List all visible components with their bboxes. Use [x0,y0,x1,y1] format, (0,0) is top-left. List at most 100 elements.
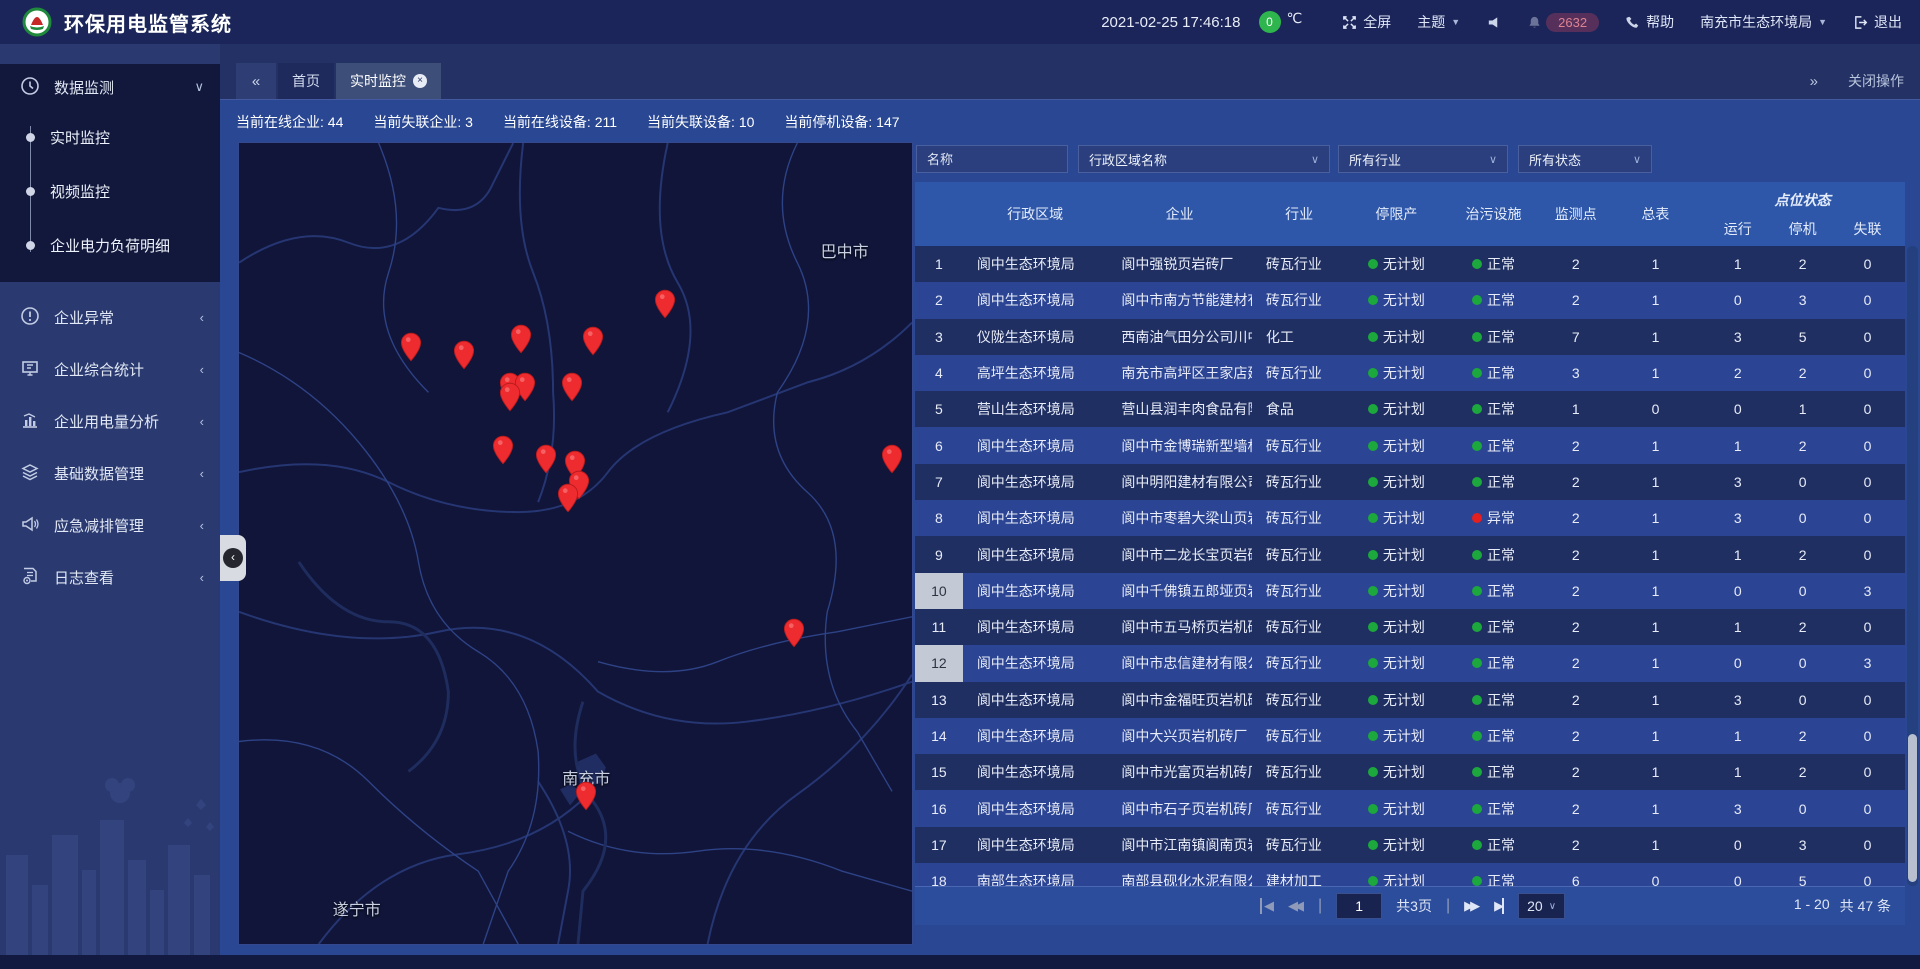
cell-monitor-points: 2 [1541,500,1611,536]
scrollbar-thumb[interactable] [1908,734,1917,882]
page-number-input[interactable] [1336,893,1382,919]
sidebar-subitem-实时监控[interactable]: 实时监控 [0,110,220,164]
cell-total-meters: 0 [1611,391,1701,427]
next-page-button[interactable]: ▶▶ [1464,898,1480,914]
chevron-left-icon: ‹ [200,310,204,325]
sidebar-subitem-企业电力负荷明细[interactable]: 企业电力负荷明细 [0,218,220,272]
map-pin-14[interactable] [557,483,579,513]
table-row[interactable]: 18南部生态环境局南部县砚化水泥有限公建材加工无计划正常60050 [915,863,1905,886]
cell-industry: 砖瓦行业 [1252,355,1347,391]
last-page-button[interactable]: ▶ [1494,898,1504,914]
status-dot-green [1368,695,1378,705]
fullscreen-icon [1342,15,1357,30]
bullet-icon [26,133,35,142]
industry-filter-select[interactable]: 所有行业∨ [1338,145,1508,173]
name-filter[interactable] [916,145,1068,173]
map-pin-2[interactable] [510,324,532,354]
tab-实时监控[interactable]: 实时监控× [336,63,441,99]
table-row[interactable]: 11阆中生态环境局阆中市五马桥页岩机砖砖瓦行业无计划正常21120 [915,609,1905,645]
cell-facility-status: 正常 [1446,754,1541,790]
first-page-button[interactable]: ◀ [1260,898,1274,914]
cell-total-meters: 1 [1611,573,1701,609]
map-pin-8[interactable] [499,382,521,412]
table-row[interactable]: 6阆中生态环境局阆中市金博瑞新型墙材砖瓦行业无计划正常21120 [915,427,1905,463]
table-row[interactable]: 10阆中生态环境局阆中千佛镇五郎垭页岩砖瓦行业无计划正常21003 [915,573,1905,609]
sidebar-collapse-toggle[interactable]: ‹ [220,535,246,581]
table-row[interactable]: 14阆中生态环境局阆中大兴页岩机砖厂砖瓦行业无计划正常21120 [915,718,1905,754]
map-pin-4[interactable] [453,340,475,370]
table-row[interactable]: 1阆中生态环境局阆中强锐页岩砖厂砖瓦行业无计划正常21120 [915,246,1905,282]
page-bottom-edge [0,955,1920,969]
close-icon[interactable]: × [413,74,427,88]
prev-page-button[interactable]: ◀◀ [1288,898,1304,914]
map-pin-16[interactable] [783,618,805,648]
sidebar-item-data-monitor[interactable]: 数据监测∨ [0,64,220,110]
main-content: 当前在线企业: 44当前失联企业: 3当前在线设备: 211当前失联设备: 10… [220,100,1920,955]
sidebar-item-label: 日志查看 [54,567,200,588]
map-pin-17[interactable] [575,781,597,811]
fullscreen-button[interactable]: 全屏 [1342,12,1391,32]
table-row[interactable]: 7阆中生态环境局阆中明阳建材有限公司砖瓦行业无计划正常21300 [915,464,1905,500]
cell-industry: 砖瓦行业 [1252,718,1347,754]
table-row[interactable]: 16阆中生态环境局阆中市石子页岩机砖厂砖瓦行业无计划正常21300 [915,790,1905,826]
table-row[interactable]: 15阆中生态环境局阆中市光富页岩机砖厂砖瓦行业无计划正常21120 [915,754,1905,790]
tab-首页[interactable]: 首页 [278,63,334,99]
cell-running: 0 [1700,863,1775,886]
table-row[interactable]: 5营山生态环境局营山县润丰肉食品有限食品无计划正常10010 [915,391,1905,427]
map-pin-15[interactable] [881,444,903,474]
map-pin-9[interactable] [561,372,583,402]
cell-offline: 3 [1830,573,1905,609]
map-pin-5[interactable] [582,326,604,356]
cell-monitor-points: 6 [1541,863,1611,886]
sidebar-item-enterprise-abnormal[interactable]: 企业异常‹ [0,294,220,340]
cell-index: 3 [915,319,963,355]
table-row[interactable]: 12阆中生态环境局阆中市忠信建材有限公砖瓦行业无计划正常21003 [915,645,1905,681]
page-size-select[interactable]: 20∨ [1518,893,1565,919]
cell-facility-status: 正常 [1446,718,1541,754]
status-summary-bar: 当前在线企业: 44当前失联企业: 3当前在线设备: 211当前失联设备: 10… [236,112,900,132]
logout-button[interactable]: 退出 [1853,12,1902,32]
notification-bell[interactable]: 2632 [1527,13,1599,32]
table-row[interactable]: 8阆中生态环境局阆中市枣碧大梁山页岩砖瓦行业无计划异常21300 [915,500,1905,536]
map-pin-1[interactable] [654,289,676,319]
cell-offline: 0 [1830,536,1905,572]
map-pin-11[interactable] [535,444,557,474]
table-row[interactable]: 9阆中生态环境局阆中市二龙长宝页岩砖砖瓦行业无计划正常21120 [915,536,1905,572]
table-row[interactable]: 4高坪生态环境局南充市高坪区王家店建砖瓦行业无计划正常31220 [915,355,1905,391]
map-pin-10[interactable] [492,435,514,465]
mute-speaker-button[interactable] [1486,15,1501,30]
cell-index: 4 [915,355,963,391]
sidebar-item-log-view[interactable]: 日志查看‹ [0,554,220,600]
help-button[interactable]: 帮助 [1625,12,1674,32]
region-filter-select[interactable]: 行政区域名称∨ [1078,145,1330,173]
table-row[interactable]: 2阆中生态环境局阆中市南方节能建材有砖瓦行业无计划正常21030 [915,282,1905,318]
org-menu[interactable]: 南充市生态环境局▼ [1700,12,1827,32]
stat-当前停机设备: 当前停机设备: 147 [784,112,899,132]
table-body: 1阆中生态环境局阆中强锐页岩砖厂砖瓦行业无计划正常211202阆中生态环境局阆中… [915,246,1905,863]
map-pin-3[interactable] [400,332,422,362]
cell-stopped: 2 [1775,427,1830,463]
tab-scroll-left-button[interactable]: « [236,63,276,99]
status-filter-select[interactable]: 所有状态∨ [1518,145,1652,173]
status-dot-green [1368,368,1378,378]
table-row[interactable]: 13阆中生态环境局阆中市金福旺页岩机砖砖瓦行业无计划正常21300 [915,682,1905,718]
cell-stopped: 0 [1775,573,1830,609]
sidebar-subitem-视频监控[interactable]: 视频监控 [0,164,220,218]
theme-button[interactable]: 主题▼ [1417,12,1460,32]
table-row[interactable]: 17阆中生态环境局阆中市江南镇阆南页岩砖瓦行业无计划正常21030 [915,827,1905,863]
table-row[interactable]: 3仪陇生态环境局西南油气田分公司川中化工无计划正常71350 [915,319,1905,355]
sidebar-item-power-usage-analysis[interactable]: 企业用电量分析‹ [0,398,220,444]
table-scrollbar[interactable] [1907,246,1918,886]
sidebar-item-emergency-reduction[interactable]: 应急减排管理‹ [0,502,220,548]
layers-icon [20,462,42,484]
name-filter-input[interactable] [927,152,1057,167]
sidebar-item-base-data[interactable]: 基础数据管理‹ [0,450,220,496]
status-dot-green [1368,259,1378,269]
chevron-left-icon: ‹ [231,550,235,564]
sidebar-subitem-label: 实时监控 [50,127,110,148]
sidebar-item-enterprise-statistics[interactable]: 企业综合统计‹ [0,346,220,392]
tab-scroll-right-button[interactable]: » [1810,73,1818,90]
map-canvas[interactable]: 巴中市南充市遂宁市 [238,142,913,945]
close-operations-button[interactable]: 关闭操作 [1848,71,1904,91]
cell-production-status: 无计划 [1347,790,1447,826]
